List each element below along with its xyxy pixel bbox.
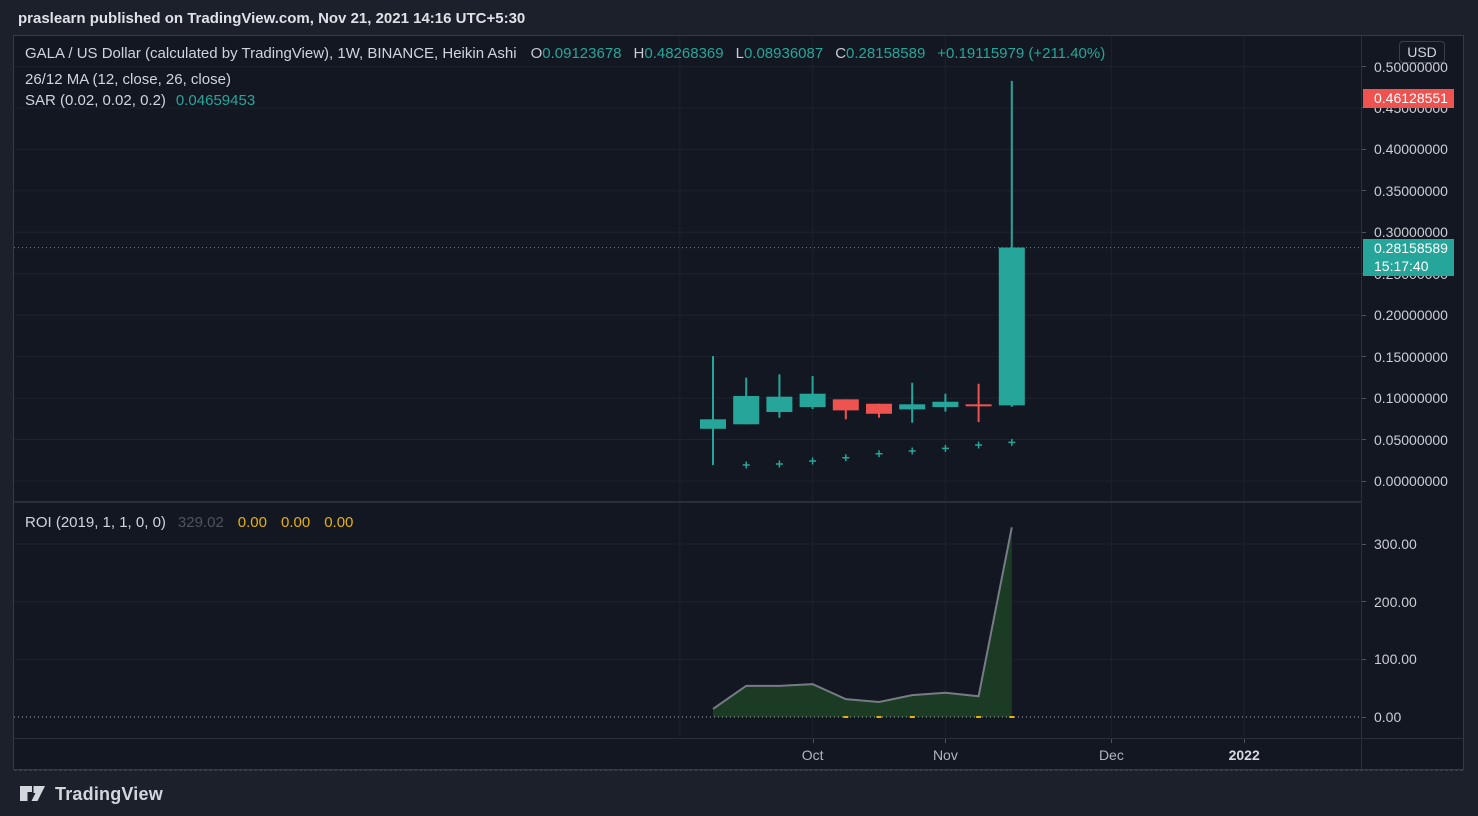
candle-body [999, 248, 1025, 406]
axis-tick-mark [1362, 717, 1366, 718]
chart-container: GALA / US Dollar (calculated by TradingV… [13, 35, 1464, 770]
tradingview-wordmark: TradingView [55, 784, 163, 805]
roi-zero-marker [843, 716, 848, 718]
sar-dot [876, 450, 883, 457]
tradingview-logo-link[interactable]: TradingView [20, 784, 163, 805]
axis-tick-label: 0.15000000 [1374, 349, 1448, 365]
price-pane[interactable]: GALA / US Dollar (calculated by TradingV… [14, 36, 1361, 501]
candle-body [733, 396, 759, 424]
time-axis[interactable]: Oct Nov Dec 2022 [14, 738, 1463, 771]
candle-body [833, 399, 859, 410]
axis-tick-mark [1362, 149, 1366, 150]
ohlc-high: H0.48268369 [634, 45, 724, 62]
time-axis-label: Nov [933, 747, 958, 763]
ohlc-low: L0.08936087 [736, 45, 824, 62]
roi-zero-marker [910, 716, 915, 718]
time-axis-tick [1244, 739, 1245, 743]
axis-tick-label: 0.50000000 [1374, 59, 1448, 75]
roi-main-value: 329.02 [178, 514, 224, 531]
time-axis-tick [1111, 739, 1112, 743]
axis-tick-mark [1362, 659, 1366, 660]
ma-label: 26/12 MA (12, close, 26, close) [25, 71, 231, 88]
symbol-title: GALA / US Dollar (calculated by TradingV… [25, 45, 517, 62]
axis-tick-mark [1362, 232, 1366, 233]
axis-tick-label: 0.00000000 [1374, 473, 1448, 489]
candle-body [866, 404, 892, 414]
time-axis-label: Dec [1099, 747, 1124, 763]
time-axis-label: Oct [802, 747, 824, 763]
axis-tick-mark [1362, 356, 1366, 357]
time-axis-tick [813, 739, 814, 743]
sar-dot [743, 462, 750, 469]
sar-value: 0.04659453 [176, 92, 255, 109]
axis-tick-mark [1362, 481, 1366, 482]
roi-value-3: 0.00 [324, 514, 353, 531]
time-axis-tick [945, 739, 946, 743]
candle-body [766, 397, 792, 412]
tradingview-icon [20, 786, 46, 803]
candle-body [899, 404, 925, 409]
axis-tick-mark [1362, 315, 1366, 316]
roi-pane[interactable]: ROI (2019, 1, 1, 0, 0) 329.02 0.00 0.00 … [14, 503, 1361, 737]
roi-line [713, 527, 1012, 709]
axis-tick-mark [1362, 601, 1366, 602]
axis-tick-mark [1362, 439, 1366, 440]
last-price-badge: 0.28158589 15:17:40 [1363, 239, 1454, 276]
high-price-badge: 0.46128551 [1363, 89, 1454, 108]
axis-tick-label: 200.00 [1374, 594, 1417, 610]
price-axis[interactable]: USD 0.46128551 0.28158589 15:17:40 0.500… [1361, 36, 1464, 769]
roi-legend-row: ROI (2019, 1, 1, 0, 0) 329.02 0.00 0.00 … [25, 514, 353, 531]
axis-tick-label: 300.00 [1374, 536, 1417, 552]
roi-chart-canvas[interactable] [14, 503, 1361, 737]
candle-body [932, 402, 958, 407]
time-axis-label: 2022 [1229, 747, 1260, 763]
axis-tick-label: 0.00 [1374, 709, 1401, 725]
candle-body [800, 394, 826, 407]
axis-tick-label: 0.20000000 [1374, 307, 1448, 323]
attribution-text: praslearn published on TradingView.com, … [18, 8, 525, 30]
axis-tick-mark [1362, 190, 1366, 191]
ohlc-close: C0.28158589 [835, 45, 925, 62]
axis-tick-mark [1362, 544, 1366, 545]
roi-label: ROI (2019, 1, 1, 0, 0) [25, 514, 166, 531]
roi-zero-marker [1009, 716, 1014, 718]
axis-tick-label: 0.10000000 [1374, 390, 1448, 406]
axis-tick-label: 0.05000000 [1374, 432, 1448, 448]
sar-dot [909, 447, 916, 454]
sar-dot [975, 442, 982, 449]
sar-indicator-row: SAR (0.02, 0.02, 0.2) 0.04659453 [25, 91, 1105, 109]
roi-zero-marker [877, 716, 882, 718]
roi-value-2: 0.00 [281, 514, 310, 531]
change-value: +0.19115979 (+211.40%) [937, 45, 1105, 62]
ohlc-open: O0.09123678 [531, 45, 622, 62]
axis-tick-label: 0.40000000 [1374, 141, 1448, 157]
last-price-value: 0.28158589 [1374, 239, 1454, 257]
axis-tick-mark [1362, 398, 1366, 399]
price-legend: GALA / US Dollar (calculated by TradingV… [25, 44, 1105, 109]
symbol-row: GALA / US Dollar (calculated by TradingV… [25, 44, 1105, 62]
countdown-timer: 15:17:40 [1374, 257, 1454, 275]
sar-dot [776, 461, 783, 468]
sar-label: SAR (0.02, 0.02, 0.2) [25, 92, 166, 109]
axis-tick-mark [1362, 66, 1366, 67]
candle-body [966, 404, 992, 406]
candle-body [700, 419, 726, 428]
sar-dot [942, 445, 949, 452]
axis-tick-label: 0.35000000 [1374, 183, 1448, 199]
axis-tick-label: 100.00 [1374, 651, 1417, 667]
roi-area-fill [713, 527, 1012, 717]
sar-dot [809, 458, 816, 465]
ma-indicator-row: 26/12 MA (12, close, 26, close) [25, 70, 1105, 88]
axis-tick-label: 0.30000000 [1374, 224, 1448, 240]
sar-dot [842, 454, 849, 461]
roi-zero-marker [976, 716, 981, 718]
roi-value-1: 0.00 [238, 514, 267, 531]
published-chart-page: praslearn published on TradingView.com, … [0, 0, 1478, 816]
